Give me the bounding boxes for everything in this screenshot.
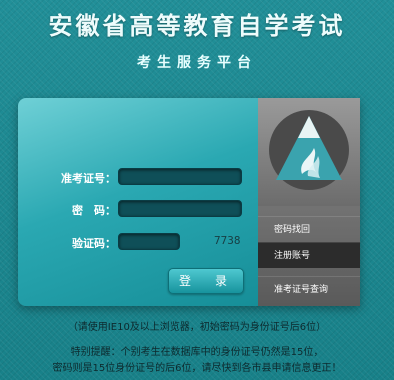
captcha-code[interactable]: 7738 — [214, 234, 241, 247]
exam-id-input[interactable] — [118, 168, 242, 185]
sidebar-item-exam-id-lookup[interactable]: 准考证号查询 — [258, 276, 360, 302]
captcha-input[interactable] — [118, 233, 180, 250]
browser-notice: （请使用IE10及以上浏览器，初始密码为身份证号后6位） — [67, 322, 327, 333]
password-label: 密 码： — [72, 204, 116, 217]
special-notice-line2: 密码则是15位身份证号的后6位，请尽快到各市县申请信息更正！ — [52, 363, 342, 374]
login-button[interactable]: 登 录 — [168, 268, 244, 294]
login-form: 准考证号： 密 码： 验证码： 7738 登 录 — [18, 98, 258, 306]
password-input[interactable] — [118, 200, 242, 217]
site-subtitle: 考生服务平台 — [137, 55, 257, 71]
site-title: 安徽省高等教育自学考试 — [48, 12, 346, 40]
sidebar-item-password-recovery[interactable]: 密码找回 — [258, 216, 360, 242]
special-notice-line1: 特别提醒：个别考生在数据库中的身份证号仍然是15位， — [70, 347, 324, 358]
login-panel: 准考证号： 密 码： 验证码： 7738 登 录 密码找回 注册账号 准考证号查… — [18, 98, 360, 306]
exam-id-label: 准考证号： — [61, 172, 116, 185]
logo — [258, 98, 360, 206]
special-notice: 特别提醒：个别考生在数据库中的身份证号仍然是15位， 密码则是15位身份证号的后… — [0, 345, 394, 377]
captcha-label: 验证码： — [72, 237, 116, 250]
exam-logo-icon — [269, 110, 349, 190]
sidebar-item-register[interactable]: 注册账号 — [258, 242, 360, 268]
sidebar: 密码找回 注册账号 准考证号查询 — [258, 98, 360, 306]
